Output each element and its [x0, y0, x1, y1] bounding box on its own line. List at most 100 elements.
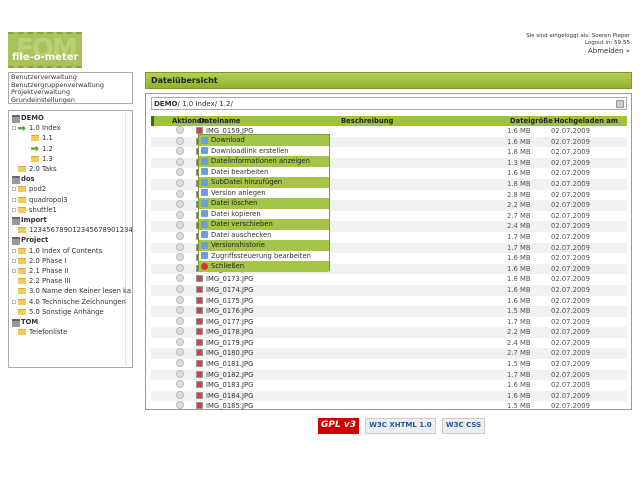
- table-row[interactable]: IMG_0184.JPG 1.6 MB 02.07.2009: [151, 390, 627, 402]
- filename-cell[interactable]: IMG_0175.JPG: [196, 296, 253, 307]
- tree-node[interactable]: 5.0 Sonstige Anhänge: [11, 307, 130, 317]
- filename[interactable]: IMG_0182.JPG: [206, 371, 253, 379]
- actions-gear-icon[interactable]: [176, 253, 184, 262]
- filename-cell[interactable]: IMG_0179.JPG: [196, 338, 253, 349]
- actions-gear-icon[interactable]: [176, 327, 184, 336]
- tree-node[interactable]: 1.2: [11, 144, 130, 154]
- col-size[interactable]: Dateigröße: [510, 116, 553, 126]
- actions-gear-icon[interactable]: [176, 221, 184, 230]
- table-row[interactable]: IMG_0173.JPG 1.8 MB 02.07.2009: [151, 274, 627, 285]
- tree-node[interactable]: 2.0 Taks: [11, 164, 130, 174]
- filename-cell[interactable]: IMG_0177.JPG: [196, 317, 253, 328]
- context-menu-item[interactable]: Versionshistorie: [199, 240, 329, 251]
- actions-gear-icon[interactable]: [176, 359, 184, 368]
- actions-gear-icon[interactable]: [176, 295, 184, 304]
- actions-gear-icon[interactable]: [176, 157, 184, 166]
- tree-node[interactable]: 1.1: [11, 133, 130, 143]
- actions-gear-icon[interactable]: [176, 369, 184, 378]
- tree-node[interactable]: shuttle1: [11, 205, 130, 215]
- tree-root[interactable]: Import: [11, 215, 130, 226]
- filename[interactable]: IMG_0183.JPG: [206, 381, 253, 389]
- actions-gear-icon[interactable]: [176, 231, 184, 240]
- context-menu-item[interactable]: Datei löschen: [199, 198, 329, 209]
- nav-item[interactable]: Grundeinstellungen: [11, 96, 130, 105]
- tree-root[interactable]: dos: [11, 174, 130, 185]
- expand-icon[interactable]: [12, 269, 16, 274]
- expand-icon[interactable]: [12, 197, 16, 202]
- filename-cell[interactable]: IMG_0184.JPG: [196, 391, 253, 402]
- expand-icon[interactable]: [12, 207, 16, 212]
- table-row[interactable]: IMG_0175.JPG 1.6 MB 02.07.2009: [151, 295, 627, 307]
- actions-gear-icon[interactable]: [176, 263, 184, 272]
- tree-node[interactable]: 2.0 Phase I: [11, 256, 130, 266]
- actions-gear-icon[interactable]: [176, 210, 184, 219]
- filename[interactable]: IMG_0180.JPG: [206, 349, 253, 357]
- breadcrumb-root[interactable]: DEMO: [154, 100, 178, 108]
- xhtml-badge[interactable]: W3C XHTML 1.0: [365, 418, 436, 434]
- tree-node[interactable]: 3.0 Name den Keiner lesen ka: [11, 286, 131, 296]
- filename-cell[interactable]: IMG_0173.JPG: [196, 274, 253, 285]
- table-row[interactable]: IMG_0178.JPG 2.2 MB 02.07.2009: [151, 327, 627, 338]
- tree-node[interactable]: 1.0 Index of Contents: [11, 246, 130, 256]
- table-row[interactable]: IMG_0174.JPG 1.6 MB 02.07.2009: [151, 284, 627, 296]
- upload-icon[interactable]: [616, 100, 624, 108]
- context-menu-item[interactable]: Downloadlink erstellen: [199, 146, 329, 157]
- actions-gear-icon[interactable]: [176, 189, 184, 198]
- actions-gear-icon[interactable]: [176, 348, 184, 357]
- filename-cell[interactable]: IMG_0182.JPG: [196, 370, 253, 381]
- actions-gear-icon[interactable]: [176, 147, 184, 156]
- actions-gear-icon[interactable]: [176, 284, 184, 293]
- breadcrumb-path[interactable]: / 1.0 Index/ 1.2/: [178, 100, 233, 108]
- context-menu-item[interactable]: Version anlegen: [199, 188, 329, 199]
- gpl-badge[interactable]: GPL v3: [318, 418, 359, 434]
- tree-node[interactable]: quadropol3: [11, 195, 130, 205]
- actions-gear-icon[interactable]: [176, 401, 184, 410]
- css-badge[interactable]: W3C CSS: [441, 418, 486, 434]
- tree-node[interactable]: 12345678901234567890123456: [11, 225, 132, 235]
- logout-link[interactable]: Abmelden »: [526, 47, 630, 56]
- actions-gear-icon[interactable]: [176, 168, 184, 177]
- filename[interactable]: IMG_0178.JPG: [206, 328, 253, 336]
- expand-icon[interactable]: [12, 248, 16, 253]
- context-menu-item[interactable]: Datei kopieren: [199, 209, 329, 220]
- filename-cell[interactable]: IMG_0185.JPG: [196, 401, 253, 412]
- filename[interactable]: IMG_0174.JPG: [206, 286, 253, 294]
- actions-gear-icon[interactable]: [176, 242, 184, 251]
- tree-node[interactable]: pod2: [11, 184, 130, 194]
- tree-node[interactable]: Telefonliste: [11, 327, 130, 337]
- filename[interactable]: IMG_0176.JPG: [206, 307, 253, 315]
- expand-icon[interactable]: [12, 258, 16, 263]
- context-menu-item[interactable]: Zugriffssteuerung bearbeiten: [199, 251, 329, 262]
- table-row[interactable]: IMG_0176.JPG 1.5 MB 02.07.2009: [151, 306, 627, 317]
- expand-icon[interactable]: [12, 126, 16, 131]
- table-row[interactable]: IMG_0180.JPG 2.7 MB 02.07.2009: [151, 348, 627, 360]
- tree-root[interactable]: Project: [11, 235, 130, 246]
- context-menu-item[interactable]: Datei bearbeiten: [199, 167, 329, 178]
- context-menu-item[interactable]: Dateiinformationen anzeigen: [199, 156, 329, 167]
- filename[interactable]: IMG_0181.JPG: [206, 360, 253, 368]
- actions-gear-icon[interactable]: [176, 337, 184, 346]
- table-row[interactable]: IMG_0182.JPG 1.7 MB 02.07.2009: [151, 369, 627, 381]
- actions-gear-icon[interactable]: [176, 136, 184, 145]
- actions-gear-icon[interactable]: [176, 200, 184, 209]
- tree-node[interactable]: 1.3: [11, 154, 130, 164]
- filename[interactable]: IMG_0175.JPG: [206, 297, 253, 305]
- filename[interactable]: IMG_0177.JPG: [206, 318, 253, 326]
- tree-node[interactable]: 4.0 Technische Zeichnungen: [11, 297, 130, 307]
- tree-root[interactable]: DEMO: [11, 113, 130, 124]
- filename[interactable]: IMG_0179.JPG: [206, 339, 253, 347]
- filename-cell[interactable]: IMG_0183.JPG: [196, 380, 253, 391]
- context-menu-item[interactable]: SubDatei hinzufügen: [199, 177, 329, 188]
- tree-root[interactable]: TOM: [11, 317, 130, 328]
- filename-cell[interactable]: IMG_0178.JPG: [196, 327, 253, 338]
- table-row[interactable]: IMG_0177.JPG 1.7 MB 02.07.2009: [151, 316, 627, 328]
- filename-cell[interactable]: IMG_0181.JPG: [196, 359, 253, 370]
- filename-cell[interactable]: IMG_0174.JPG: [196, 285, 253, 296]
- expand-icon[interactable]: [12, 187, 16, 192]
- actions-gear-icon[interactable]: [176, 390, 184, 399]
- col-filename[interactable]: Dateiname: [199, 116, 241, 126]
- table-row[interactable]: IMG_0181.JPG 1.5 MB 02.07.2009: [151, 359, 627, 370]
- tree-node[interactable]: 2.2 Phase III: [11, 276, 130, 286]
- actions-gear-icon[interactable]: [176, 316, 184, 325]
- filename[interactable]: IMG_0184.JPG: [206, 392, 253, 400]
